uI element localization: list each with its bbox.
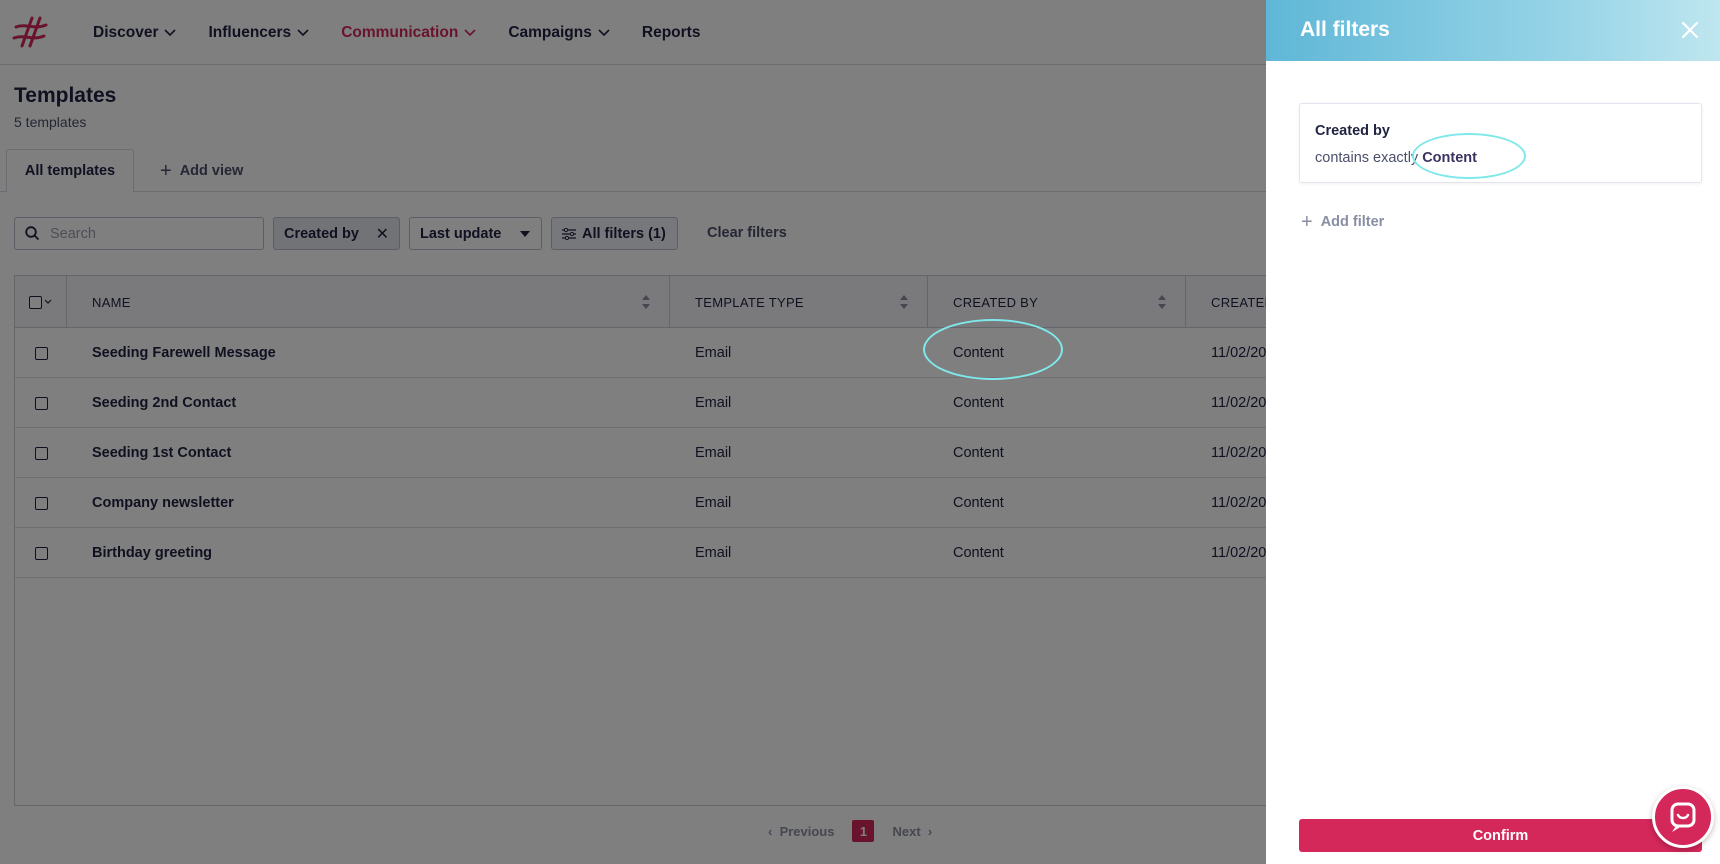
filter-operator: contains exactly (1315, 150, 1419, 166)
add-filter-label: Add filter (1320, 214, 1385, 230)
panel-header: All filters (1266, 0, 1720, 61)
confirm-button[interactable]: Confirm (1299, 819, 1702, 852)
filter-label: Created by (1315, 123, 1390, 139)
chat-bubble-icon (1670, 802, 1696, 832)
add-filter-button[interactable]: + Add filter (1301, 212, 1384, 232)
highlight-circle (1412, 133, 1526, 179)
all-filters-panel: All filters Created by contains exactly … (1266, 0, 1720, 864)
close-icon[interactable] (1680, 20, 1700, 40)
plus-icon: + (1301, 211, 1313, 233)
highlight-circle (923, 319, 1063, 380)
chat-support-button[interactable] (1652, 786, 1714, 848)
panel-title: All filters (1300, 18, 1390, 41)
